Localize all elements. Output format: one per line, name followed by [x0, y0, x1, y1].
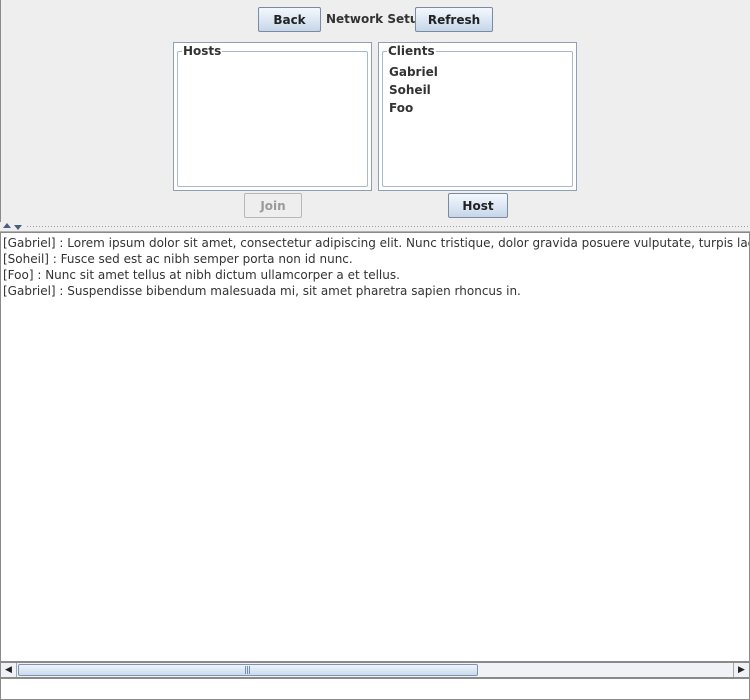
- page-title: Network Setup: [326, 12, 427, 26]
- client-list-item[interactable]: Gabriel: [389, 63, 438, 81]
- clients-list[interactable]: Clients Gabriel Soheil Foo: [378, 42, 577, 191]
- hosts-group-border: [177, 51, 368, 187]
- back-button[interactable]: Back: [258, 7, 321, 32]
- clients-items: Gabriel Soheil Foo: [389, 63, 438, 117]
- grip-icon: [245, 666, 251, 674]
- split-pane-divider[interactable]: [0, 222, 750, 232]
- chat-lines: [Gabriel] : Lorem ipsum dolor sit amet, …: [3, 235, 749, 299]
- chat-message: [Gabriel] : Lorem ipsum dolor sit amet, …: [3, 236, 749, 250]
- message-input-row: [0, 678, 750, 700]
- hosts-title: Hosts: [182, 44, 223, 58]
- message-input[interactable]: [1, 679, 749, 699]
- chat-message: [Soheil] : Fusce sed est ac nibh semper …: [3, 252, 353, 266]
- client-list-item[interactable]: Soheil: [389, 81, 438, 99]
- chat-message: [Foo] : Nunc sit amet tellus at nibh dic…: [3, 268, 400, 282]
- host-button[interactable]: Host: [448, 193, 508, 218]
- join-button[interactable]: Join: [244, 193, 302, 218]
- chat-log[interactable]: [Gabriel] : Lorem ipsum dolor sit amet, …: [0, 232, 750, 662]
- scroll-thumb[interactable]: [18, 664, 478, 676]
- divider-grip: [26, 225, 750, 229]
- refresh-button[interactable]: Refresh: [415, 7, 493, 32]
- client-list-item[interactable]: Foo: [389, 99, 438, 117]
- scroll-right-icon[interactable]: ▶: [733, 663, 749, 677]
- network-setup-panel: Back Network Setup Refresh Hosts Clients…: [0, 0, 750, 222]
- collapse-up-icon[interactable]: [3, 223, 11, 228]
- scroll-left-icon[interactable]: ◀: [1, 663, 17, 677]
- horizontal-scrollbar[interactable]: ◀ ▶: [0, 662, 750, 678]
- collapse-down-icon[interactable]: [14, 225, 22, 230]
- clients-title: Clients: [387, 44, 436, 58]
- hosts-list[interactable]: Hosts: [173, 42, 372, 191]
- chat-message: [Gabriel] : Suspendisse bibendum malesua…: [3, 284, 521, 298]
